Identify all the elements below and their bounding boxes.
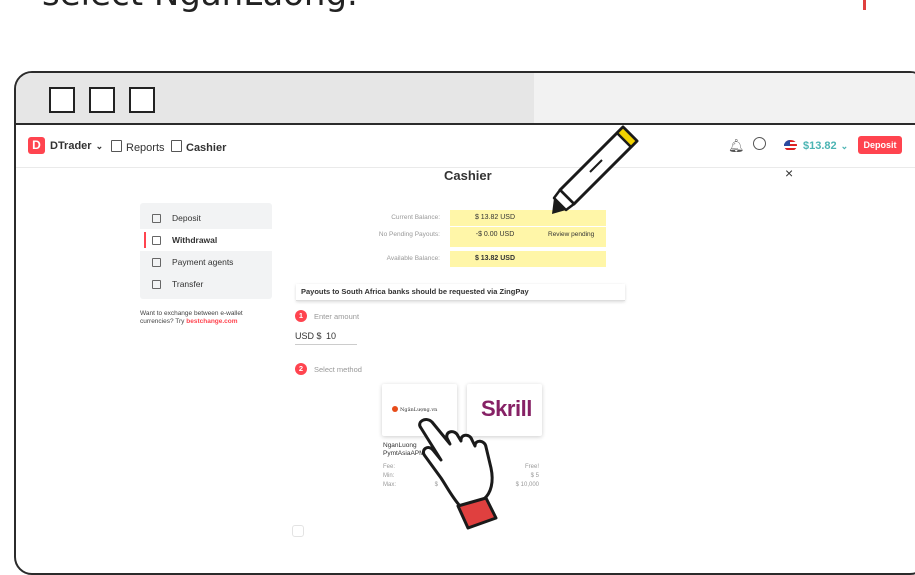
- step-2-label: Select method: [314, 365, 362, 374]
- cashier-sidebar: Deposit Withdrawal Payment agents Transf…: [140, 203, 272, 299]
- current-balance-label: Current Balance:: [391, 214, 440, 221]
- available-balance-label: Available Balance:: [386, 255, 440, 262]
- account-balance[interactable]: $13.82 ⌄: [803, 140, 848, 152]
- close-icon[interactable]: ×: [785, 165, 793, 181]
- cashier-icon: [171, 140, 182, 152]
- sidebar-item-deposit[interactable]: Deposit: [140, 207, 272, 229]
- nganluong-name: NganLuong: [383, 442, 417, 449]
- us-flag-icon[interactable]: [784, 140, 797, 151]
- deriv-logo-icon[interactable]: D: [28, 137, 45, 154]
- reports-icon: [111, 140, 122, 152]
- current-balance-row: $ 13.82 USD: [450, 210, 606, 226]
- sidebar-item-label: Deposit: [172, 213, 201, 223]
- nav-cashier[interactable]: Cashier: [171, 140, 226, 154]
- method-card-nganluong[interactable]: NgânLượng.vn: [382, 384, 457, 436]
- pending-payouts-value: -$ 0.00 USD: [475, 231, 515, 238]
- nav-dtrader-label: DTrader: [50, 140, 92, 152]
- nganluong-logo: NgânLượng.vn: [392, 406, 437, 413]
- pending-payouts-label: No Pending Payouts:: [378, 231, 440, 238]
- withdrawal-icon: [152, 236, 161, 245]
- window-button-icon[interactable]: [49, 87, 75, 113]
- sidebar-item-label: Transfer: [172, 279, 204, 289]
- review-pending-link[interactable]: Review pending: [548, 227, 594, 243]
- window-button-icon[interactable]: [129, 87, 155, 113]
- sidebar-item-transfer[interactable]: Transfer: [140, 273, 272, 295]
- nav-reports[interactable]: Reports: [111, 140, 165, 154]
- browser-title-bar: [16, 73, 915, 125]
- pending-payouts-row: -$ 0.00 USD Review pending: [450, 227, 606, 243]
- nganluong-max-value-partial: $: [434, 482, 438, 488]
- nav-cashier-label: Cashier: [186, 142, 227, 154]
- nganluong-max-label: Max:: [383, 482, 397, 488]
- balance-divider: [450, 243, 606, 247]
- sidebar-item-payment-agents[interactable]: Payment agents: [140, 251, 272, 273]
- sidebar-item-label: Withdrawal: [172, 235, 218, 245]
- payment-agents-icon: [152, 258, 161, 267]
- skrill-method-name-partial: a: [476, 442, 480, 449]
- transfer-icon: [152, 280, 161, 289]
- available-balance-value: $ 13.82 USD: [474, 255, 516, 262]
- bell-icon[interactable]: 🔔︎: [728, 138, 745, 154]
- skrill-min-value: $ 5: [530, 473, 539, 479]
- step-2-badge: 2: [295, 363, 307, 375]
- step-1-badge: 1: [295, 310, 307, 322]
- tutorial-caption: select NganLuong.: [42, 0, 358, 14]
- exchange-hint: Want to exchange between e-wallet curren…: [140, 310, 270, 327]
- chat-icon[interactable]: [292, 525, 304, 537]
- nganluong-min-label: Min:: [383, 473, 395, 479]
- nganluong-provider: PymtAsiaAPM: [383, 450, 425, 458]
- available-balance-row: $ 13.82 USD: [450, 251, 606, 267]
- top-navbar: D DTrader ⌄ Reports Cashier 🔔︎ $13.82 ⌄ De…: [16, 125, 915, 168]
- nav-dtrader[interactable]: DTrader ⌄: [50, 140, 103, 152]
- window-button-icon[interactable]: [89, 87, 115, 113]
- skrill-fee-value: Free!: [524, 464, 539, 470]
- chevron-down-icon: ⌄: [840, 141, 849, 151]
- amount-input[interactable]: 10: [326, 331, 336, 341]
- nganluong-fee-label: Fee:: [383, 464, 396, 470]
- nganluong-logo-mark: [392, 406, 398, 412]
- nganluong-method-name: NganLuong PymtAsiaAPM: [383, 442, 425, 458]
- chevron-down-icon: ⌄: [95, 141, 104, 151]
- browser-title-bar-right: [534, 73, 915, 123]
- skrill-logo: Skrill: [481, 396, 532, 421]
- method-card-skrill[interactable]: Skrill: [467, 384, 542, 436]
- sidebar-item-label: Payment agents: [172, 257, 234, 267]
- nganluong-logo-text: NgânLượng.vn: [400, 407, 438, 413]
- account-balance-value: $13.82: [803, 140, 837, 152]
- page-title: Cashier: [444, 168, 492, 183]
- sidebar-item-withdrawal[interactable]: Withdrawal: [140, 229, 272, 251]
- deposit-button[interactable]: Deposit: [858, 136, 902, 154]
- amount-input-underline: [295, 344, 357, 345]
- zingpay-notice: Payouts to South Africa banks should be …: [296, 284, 625, 301]
- current-balance-value: $ 13.82 USD: [474, 214, 516, 221]
- corner-accent-mark: [863, 0, 866, 10]
- account-icon[interactable]: [753, 137, 766, 150]
- browser-window: D DTrader ⌄ Reports Cashier 🔔︎ $13.82 ⌄ De…: [14, 71, 915, 575]
- bestchange-link[interactable]: bestchange.com: [186, 318, 237, 325]
- step-1-label: Enter amount: [314, 312, 360, 321]
- nav-reports-label: Reports: [126, 142, 165, 154]
- amount-currency: USD $: [295, 331, 322, 341]
- deposit-icon: [152, 214, 161, 223]
- skrill-max-value: $ 10,000: [515, 482, 539, 488]
